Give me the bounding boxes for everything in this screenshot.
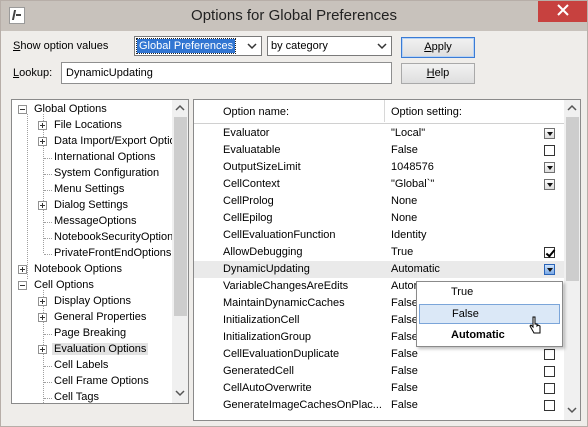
tree-scrollbar[interactable]	[172, 100, 188, 403]
checkbox-icon[interactable]	[544, 349, 555, 360]
scroll-down-icon[interactable]	[172, 385, 188, 401]
header-option-setting: Option setting:	[391, 106, 462, 118]
table-scrollbar-thumb[interactable]	[566, 117, 579, 281]
table-row-selected[interactable]: DynamicUpdating Automatic	[194, 261, 564, 278]
value-dropdown-menu: True False Automatic	[416, 281, 563, 347]
help-button[interactable]: Help	[401, 63, 475, 84]
chevron-down-icon[interactable]	[544, 264, 555, 275]
table-row[interactable]: CellEvaluationDuplicate False	[194, 346, 564, 363]
column-divider[interactable]	[384, 100, 385, 122]
checkbox-icon[interactable]	[544, 383, 555, 394]
lookup-label: Lookup:	[13, 67, 53, 79]
title-bar[interactable]: Options for Global Preferences	[1, 1, 587, 31]
apply-button[interactable]: Apply	[401, 37, 475, 58]
checkbox-icon[interactable]	[544, 366, 555, 377]
checkbox-icon[interactable]	[544, 145, 555, 156]
table-row[interactable]: GenerateImageCachesOnPlac... False	[194, 397, 564, 414]
tree-scrollbar-thumb[interactable]	[174, 117, 187, 316]
window-title: Options for Global Preferences	[191, 7, 397, 24]
table-scrollbar[interactable]	[564, 100, 580, 420]
close-button[interactable]	[538, 1, 587, 22]
checkbox-icon[interactable]	[544, 247, 555, 258]
table-row[interactable]: AllowDebugging True	[194, 244, 564, 261]
table-row[interactable]: GeneratedCell False	[194, 363, 564, 380]
table-row[interactable]: CellEvaluationFunction Identity	[194, 227, 564, 244]
scroll-down-icon[interactable]	[564, 402, 580, 418]
header-option-name: Option name:	[223, 106, 290, 118]
table-row[interactable]: CellAutoOverwrite False	[194, 380, 564, 397]
options-dialog: Options for Global Preferences Show opti…	[0, 0, 588, 427]
cursor-icon	[529, 316, 541, 334]
show-option-values-label: Show option values	[13, 40, 109, 52]
tree-line	[27, 114, 28, 279]
sort-select-value: by category	[271, 40, 328, 52]
table-row[interactable]: Evaluator "Local"	[194, 125, 564, 142]
expand-icon[interactable]	[38, 201, 47, 210]
lookup-input-value: DynamicUpdating	[66, 67, 153, 79]
expand-icon[interactable]	[38, 297, 47, 306]
table-row[interactable]: OutputSizeLimit 1048576	[194, 159, 564, 176]
collapse-icon[interactable]	[18, 281, 27, 290]
expand-icon[interactable]	[38, 121, 47, 130]
scroll-up-icon[interactable]	[564, 100, 580, 116]
table-row[interactable]: CellProlog None	[194, 193, 564, 210]
chevron-down-icon	[377, 43, 387, 50]
table-row[interactable]: Evaluatable False	[194, 142, 564, 159]
checkbox-icon[interactable]	[544, 400, 555, 411]
table-row[interactable]: CellEpilog None	[194, 210, 564, 227]
expand-icon[interactable]	[38, 345, 47, 354]
expand-icon[interactable]	[18, 265, 27, 274]
close-icon	[557, 4, 569, 16]
collapse-icon[interactable]	[18, 105, 27, 114]
expand-icon[interactable]	[38, 313, 47, 322]
options-tree[interactable]: Global Options File Locations Data Impor…	[11, 99, 189, 404]
scope-select[interactable]: Global Preferences	[134, 36, 262, 56]
options-table: Option name: Option setting: Evaluator "…	[193, 99, 581, 421]
chevron-down-icon[interactable]	[544, 179, 555, 190]
scope-select-value: Global Preferences	[135, 38, 237, 54]
table-header: Option name: Option setting:	[194, 100, 564, 124]
chevron-down-icon	[247, 43, 257, 50]
menu-item-true[interactable]: True	[419, 283, 560, 303]
chevron-down-icon[interactable]	[544, 162, 555, 173]
table-row[interactable]: CellContext "Global`"	[194, 176, 564, 193]
chevron-down-icon[interactable]	[544, 128, 555, 139]
lookup-input[interactable]: DynamicUpdating	[61, 62, 392, 84]
sort-select[interactable]: by category	[267, 36, 392, 56]
expand-icon[interactable]	[38, 137, 47, 146]
tree-line	[43, 114, 44, 253]
scroll-up-icon[interactable]	[172, 100, 188, 116]
